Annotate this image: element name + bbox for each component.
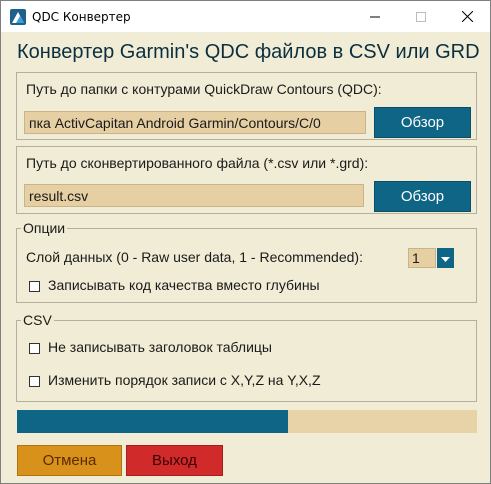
data-layer-value[interactable]: 1 — [408, 248, 436, 268]
csv-group: CSV Не записывать заголовок таблицы Изме… — [16, 312, 477, 402]
data-layer-dropdown-button[interactable] — [437, 248, 454, 268]
input-folder-field[interactable]: пка ActivCapitan Android Garmin/Contours… — [24, 111, 366, 134]
maximize-button[interactable] — [398, 1, 444, 32]
window-title: QDC Конвертер — [32, 10, 131, 24]
progress-bar-fill — [17, 410, 289, 433]
input-folder-browse-button[interactable]: Обзор — [374, 107, 471, 138]
minimize-button[interactable] — [352, 1, 398, 32]
output-file-group: Путь до сконвертированного файла (*.csv … — [16, 146, 477, 214]
no-header-checkbox[interactable] — [29, 343, 40, 354]
close-button[interactable] — [444, 1, 490, 32]
output-file-browse-button[interactable]: Обзор — [374, 181, 471, 212]
no-header-label: Не записывать заголовок таблицы — [48, 339, 272, 355]
output-file-field[interactable]: result.csv — [24, 184, 364, 207]
chevron-down-icon — [441, 250, 450, 268]
exit-button[interactable]: Выход — [126, 445, 223, 476]
options-group: Опции Слой данных (0 - Raw user data, 1 … — [16, 220, 477, 303]
minimize-icon — [370, 12, 380, 22]
maximize-icon — [416, 11, 426, 22]
title-bar: QDC Конвертер — [1, 1, 490, 32]
csv-legend: CSV — [21, 312, 54, 328]
swap-xy-checkbox[interactable] — [29, 376, 40, 387]
quality-code-label: Записывать код качества вместо глубины — [48, 277, 320, 293]
app-logo-icon — [10, 9, 26, 25]
cancel-button[interactable]: Отмена — [17, 445, 122, 476]
progress-bar — [17, 410, 477, 433]
quality-code-checkbox[interactable] — [29, 281, 40, 292]
app-window: QDC Конвертер Конвертер Garmin's QDC фай… — [0, 0, 491, 484]
close-icon — [461, 11, 473, 22]
options-legend: Опции — [21, 220, 68, 236]
swap-xy-label: Изменить порядок записи с X,Y,Z на Y,X,Z — [48, 372, 321, 388]
page-title: Конвертер Garmin's QDC файлов в CSV или … — [17, 41, 480, 63]
input-folder-label: Путь до папки с контурами QuickDraw Cont… — [26, 81, 382, 97]
output-file-label: Путь до сконвертированного файла (*.csv … — [26, 155, 369, 171]
input-folder-group: Путь до папки с контурами QuickDraw Cont… — [16, 72, 477, 140]
data-layer-label: Слой данных (0 - Raw user data, 1 - Reco… — [26, 249, 363, 265]
